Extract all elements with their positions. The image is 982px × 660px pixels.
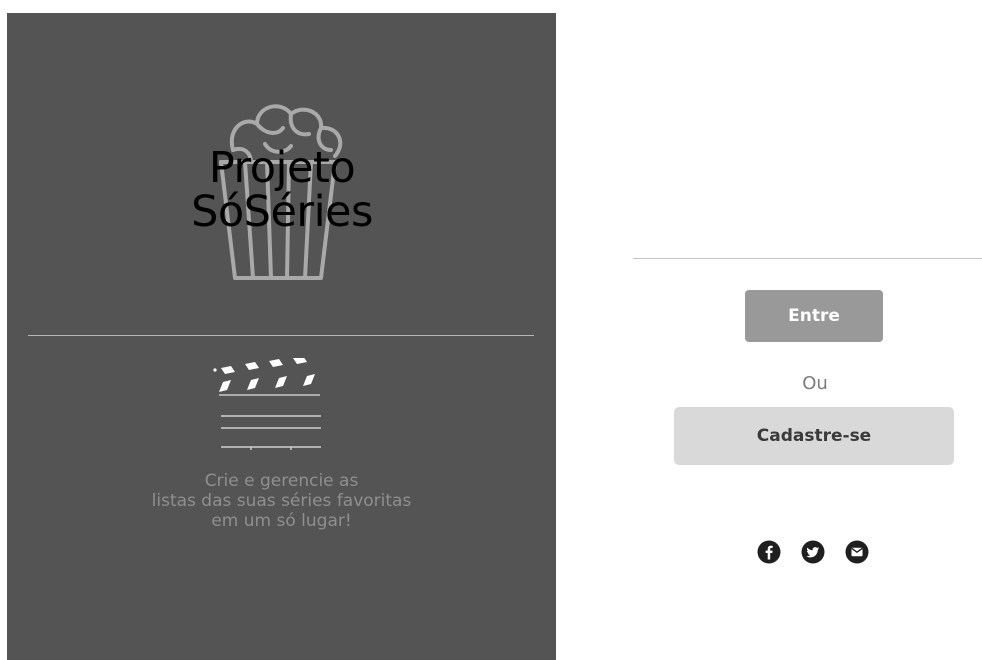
auth-divider xyxy=(633,258,982,259)
signup-button[interactable]: Cadastre-se xyxy=(674,407,954,465)
logo-title-line2: SóSéries xyxy=(191,187,373,237)
logo-title-line1: Projeto xyxy=(208,143,356,193)
mail-icon[interactable] xyxy=(845,540,869,564)
tagline-line3: em um só lugar! xyxy=(211,511,352,531)
login-button[interactable]: Entre xyxy=(745,290,883,342)
tagline: Crie e gerencie as listas das suas série… xyxy=(47,471,516,531)
hero-divider xyxy=(28,335,534,336)
clapperboard-icon xyxy=(213,358,321,450)
tagline-line2: listas das suas séries favoritas xyxy=(151,491,412,511)
page: Projeto SóSéries Crie e gerencie as list… xyxy=(0,0,982,660)
facebook-icon[interactable] xyxy=(757,540,781,564)
hero-panel: Projeto SóSéries Crie e gerencie as list… xyxy=(7,13,556,660)
logo-title: Projeto SóSéries xyxy=(117,146,447,234)
tagline-line1: Crie e gerencie as xyxy=(204,471,359,491)
twitter-icon[interactable] xyxy=(801,540,825,564)
or-separator: Ou xyxy=(802,373,828,394)
social-links xyxy=(757,540,873,566)
